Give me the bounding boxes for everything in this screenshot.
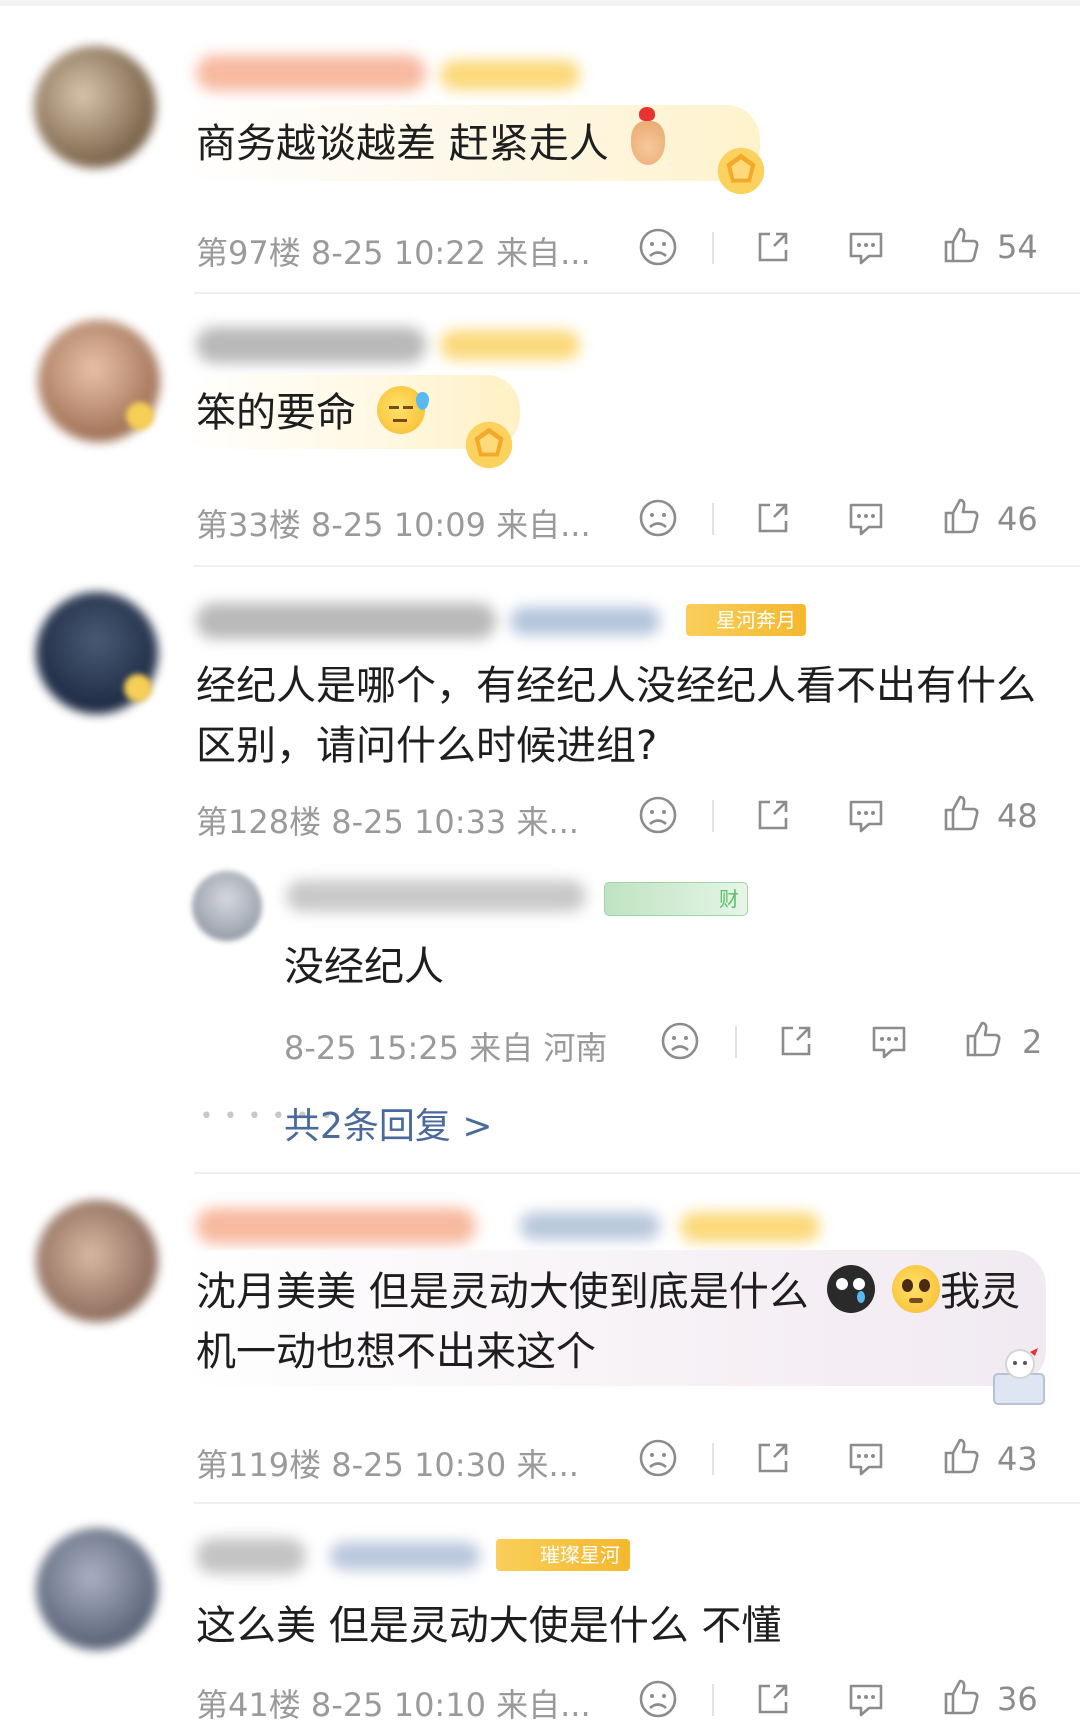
fan-level-tag: 星河奔月 (686, 604, 806, 636)
share-icon[interactable] (775, 1020, 817, 1062)
dislike-face-icon[interactable] (637, 1437, 679, 1479)
timestamp: 8-25 10:33 (331, 803, 507, 841)
username-blurred[interactable] (196, 327, 426, 363)
fan-level-tag: 璀璨星河 (496, 1539, 630, 1571)
like-count: 43 (997, 1440, 1038, 1478)
share-icon[interactable] (752, 497, 794, 539)
like-count: 36 (997, 1680, 1038, 1718)
user-badge-blurred (440, 330, 580, 360)
like-icon[interactable] (940, 792, 982, 834)
like-count: 46 (997, 500, 1038, 538)
gold-medal-icon (717, 147, 765, 195)
like-icon[interactable] (940, 1435, 982, 1477)
location: 来... (516, 1446, 579, 1484)
username-blurred[interactable] (196, 603, 496, 639)
top-divider (0, 0, 1080, 6)
reply-icon[interactable] (845, 497, 887, 539)
comment-text: 商务越谈越差 赶紧走人 (196, 107, 666, 174)
avatar[interactable] (34, 46, 156, 168)
dislike-face-icon[interactable] (659, 1020, 701, 1062)
comment-divider (194, 565, 1080, 567)
location: 来自... (496, 234, 591, 272)
share-icon[interactable] (752, 794, 794, 836)
verified-badge-icon (126, 402, 154, 430)
location: 来自 河南 (469, 1029, 608, 1067)
action-separator (712, 232, 714, 264)
location: 来... (516, 803, 579, 841)
dislike-face-icon[interactable] (637, 794, 679, 836)
username-blurred[interactable] (196, 1208, 476, 1244)
like-icon[interactable] (962, 1018, 1004, 1060)
reply-meta: 8-25 15:25 来自 河南 (284, 1023, 607, 1069)
comment-meta: 第97楼 8-25 10:22 来自... (196, 228, 591, 274)
share-icon[interactable] (752, 226, 794, 268)
like-count: 48 (997, 797, 1038, 835)
reply-icon[interactable] (868, 1020, 910, 1062)
like-count: 54 (997, 228, 1038, 266)
comment-text: 经纪人是哪个，有经纪人没经纪人看不出有什么区别，请问什么时候进组? (196, 663, 1036, 769)
gold-medal-icon (465, 421, 513, 469)
action-separator (712, 1443, 714, 1475)
user-badge-blurred (330, 1542, 480, 1570)
comment-divider (194, 1502, 1080, 1504)
comment-meta: 第41楼 8-25 10:10 来自... (196, 1680, 591, 1723)
share-icon[interactable] (752, 1678, 794, 1720)
username-blurred[interactable] (196, 1538, 306, 1574)
action-separator (712, 503, 714, 535)
reply-fan-tag: 财 (604, 882, 748, 916)
avatar[interactable] (36, 1528, 158, 1650)
sweat-face-icon (376, 386, 429, 434)
comment-text: 这么美 但是灵动大使是什么 不懂 (196, 1603, 782, 1649)
like-icon[interactable] (940, 224, 982, 266)
timestamp: 8-25 15:25 (284, 1029, 460, 1067)
username-blurred[interactable] (196, 55, 426, 91)
reply-username-blurred[interactable] (286, 880, 586, 912)
reply-avatar[interactable] (192, 871, 262, 941)
user-badge-blurred (510, 607, 660, 635)
timestamp: 8-25 10:10 (310, 1686, 486, 1723)
dislike-face-icon[interactable] (637, 226, 679, 268)
comment-meta: 第33楼 8-25 10:09 来自... (196, 500, 591, 546)
verified-badge-icon (124, 674, 152, 702)
like-count: 2 (1022, 1023, 1043, 1061)
more-replies-link[interactable]: 共2条回复 > (284, 1097, 493, 1149)
dislike-face-icon[interactable] (637, 1678, 679, 1720)
timestamp: 8-25 10:22 (310, 234, 486, 272)
share-icon[interactable] (752, 1437, 794, 1479)
timestamp: 8-25 10:30 (331, 1446, 507, 1484)
like-icon[interactable] (940, 495, 982, 537)
location: 来自... (496, 1686, 591, 1723)
action-separator (712, 1684, 714, 1716)
comment-meta: 第128楼 8-25 10:33 来... (196, 797, 579, 843)
comment-divider (194, 1172, 1080, 1174)
avatar[interactable] (36, 1200, 158, 1322)
like-icon[interactable] (940, 1676, 982, 1718)
floor-number: 第128楼 (196, 803, 322, 841)
comment-divider (194, 292, 1080, 294)
user-badge-blurred (520, 1212, 660, 1240)
comment-text: 沈月美美 但是灵动大使到底是什么 我灵机一动也想不出来这个 (196, 1262, 1056, 1382)
reply-icon[interactable] (845, 1437, 887, 1479)
fan-tag-blurred (680, 1212, 820, 1242)
timestamp: 8-25 10:09 (310, 506, 486, 544)
floor-number: 第97楼 (196, 234, 301, 272)
comment-text: 笨的要命 (196, 383, 429, 443)
pleading-face-icon (892, 1265, 941, 1313)
floor-number: 第41楼 (196, 1686, 301, 1723)
action-separator (712, 800, 714, 832)
reply-text: 没经纪人 (284, 944, 444, 990)
reply-icon[interactable] (845, 794, 887, 836)
finger-heart-icon (631, 107, 666, 165)
reply-icon[interactable] (845, 226, 887, 268)
gift-box-icon (993, 1348, 1045, 1405)
dislike-face-icon[interactable] (637, 497, 679, 539)
action-separator (735, 1026, 737, 1058)
floor-number: 第33楼 (196, 506, 301, 544)
location: 来自... (496, 506, 591, 544)
crying-black-face-icon (827, 1265, 876, 1313)
comment-meta: 第119楼 8-25 10:30 来... (196, 1440, 579, 1486)
floor-number: 第119楼 (196, 1446, 322, 1484)
user-badge-blurred (440, 60, 580, 90)
reply-icon[interactable] (845, 1678, 887, 1720)
